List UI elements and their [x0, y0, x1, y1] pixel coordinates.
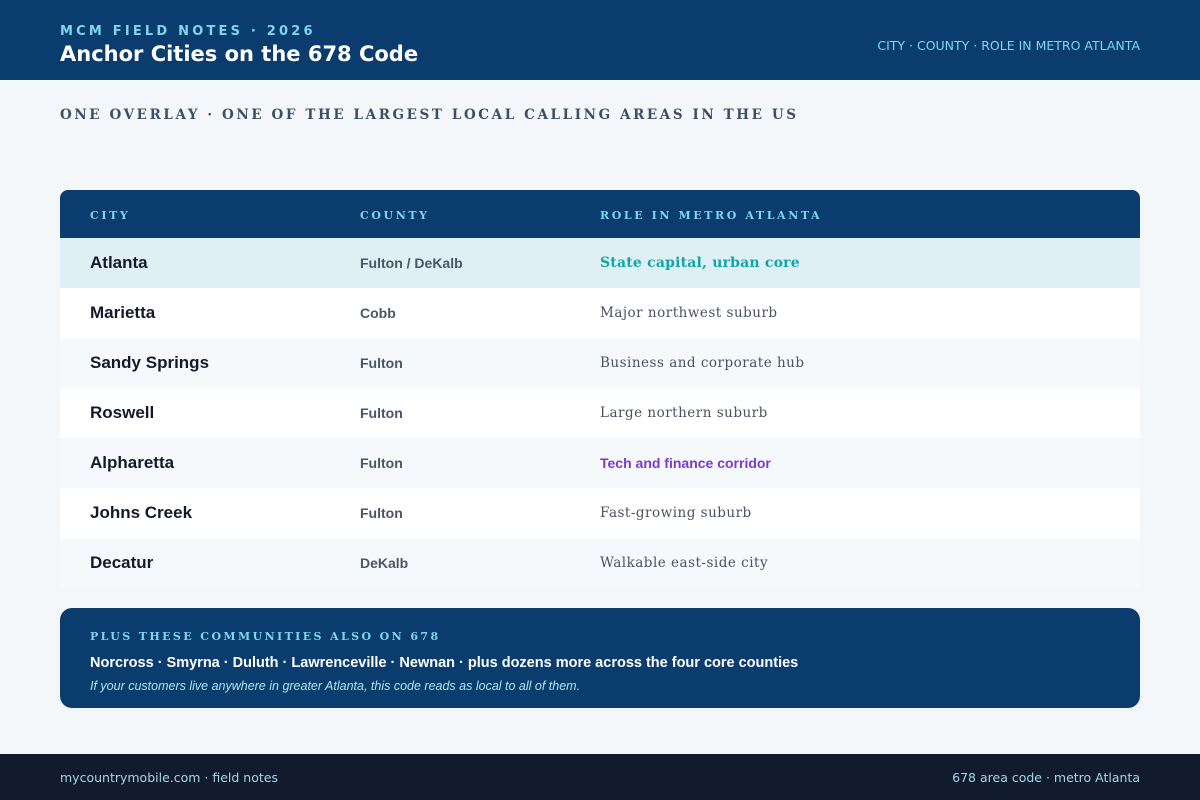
- table-header: CITY COUNTY ROLE IN METRO ATLANTA: [60, 190, 1140, 238]
- county-cell: Fulton / DeKalb: [360, 255, 463, 271]
- page-header: MCM FIELD NOTES · 2026 Anchor Cities on …: [0, 0, 1200, 80]
- page-footer: mycountrymobile.com · field notes 678 ar…: [0, 754, 1200, 800]
- callout-title: PLUS THESE COMMUNITIES ALSO ON 678: [90, 630, 441, 643]
- city-cell: Atlanta: [90, 253, 148, 272]
- county-cell: Fulton: [360, 505, 403, 521]
- header-eyebrow: MCM FIELD NOTES · 2026: [60, 24, 316, 39]
- table-row: Marietta Cobb Major northwest suburb: [60, 288, 1140, 338]
- callout-community-list: Norcross · Smyrna · Duluth · Lawrencevil…: [90, 655, 799, 671]
- city-cell: Decatur: [90, 553, 154, 572]
- callout-note: If your customers live anywhere in great…: [90, 679, 581, 693]
- table-row: Roswell Fulton Large northern suburb: [60, 388, 1140, 438]
- role-cell: Major northwest suburb: [600, 305, 778, 321]
- role-cell: Walkable east-side city: [600, 555, 769, 571]
- column-header-city: CITY: [90, 209, 131, 222]
- table-row: Alpharetta Fulton Tech and finance corri…: [60, 438, 1140, 488]
- column-header-role: ROLE IN METRO ATLANTA: [600, 209, 823, 222]
- county-cell: Fulton: [360, 455, 403, 471]
- table-row: Atlanta Fulton / DeKalb State capital, u…: [60, 238, 1140, 288]
- role-cell: State capital, urban core: [600, 255, 800, 271]
- table-row: Decatur DeKalb Walkable east-side city: [60, 538, 1140, 588]
- role-cell: Tech and finance corridor: [600, 455, 771, 471]
- footer-caption: 678 area code · metro Atlanta: [952, 770, 1140, 785]
- city-cell: Marietta: [90, 303, 156, 322]
- column-header-county: COUNTY: [360, 209, 430, 222]
- header-tagline: CITY · COUNTY · ROLE IN METRO ATLANTA: [877, 38, 1140, 53]
- table-row: Sandy Springs Fulton Business and corpor…: [60, 338, 1140, 388]
- county-cell: Cobb: [360, 305, 396, 321]
- county-cell: Fulton: [360, 405, 403, 421]
- page-title: Anchor Cities on the 678 Code: [60, 42, 419, 66]
- role-cell: Fast-growing suburb: [600, 505, 752, 521]
- role-cell: Large northern suburb: [600, 405, 768, 421]
- city-cell: Sandy Springs: [90, 353, 210, 372]
- county-cell: Fulton: [360, 355, 403, 371]
- table-row: Johns Creek Fulton Fast-growing suburb: [60, 488, 1140, 538]
- role-cell: Business and corporate hub: [600, 355, 805, 371]
- footer-site-link[interactable]: mycountrymobile.com · field notes: [60, 770, 278, 785]
- city-cell: Johns Creek: [90, 503, 193, 522]
- cities-table: CITY COUNTY ROLE IN METRO ATLANTA Atlant…: [60, 190, 1140, 588]
- city-cell: Alpharetta: [90, 453, 175, 472]
- communities-callout: PLUS THESE COMMUNITIES ALSO ON 678 Norcr…: [60, 608, 1140, 708]
- page-subtitle: ONE OVERLAY · ONE OF THE LARGEST LOCAL C…: [60, 107, 799, 123]
- county-cell: DeKalb: [360, 555, 409, 571]
- city-cell: Roswell: [90, 403, 155, 422]
